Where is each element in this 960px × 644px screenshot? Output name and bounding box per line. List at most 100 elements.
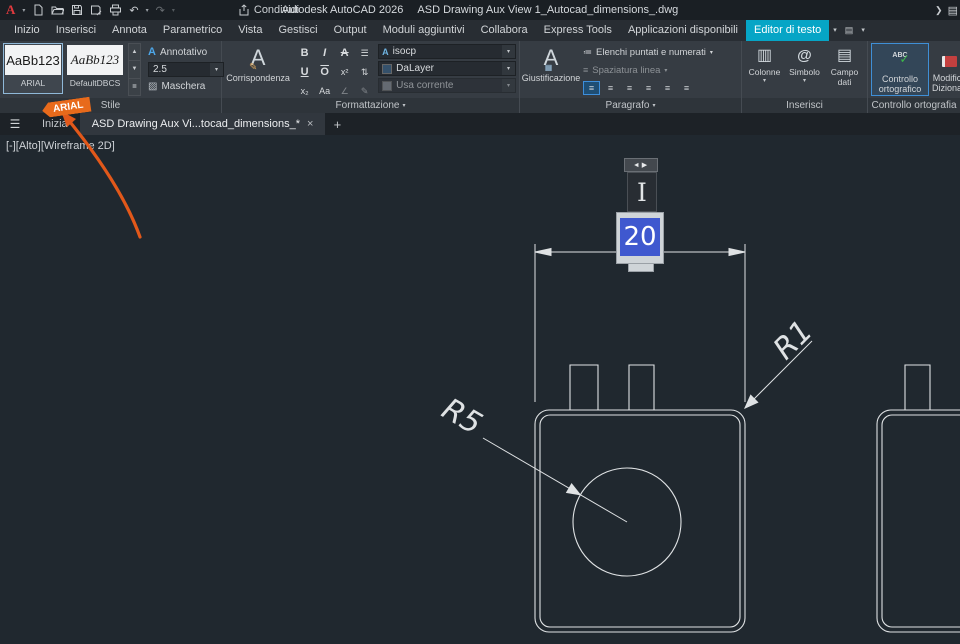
text-height-combobox[interactable]: 2.5 ▾ xyxy=(148,62,224,77)
mtext-editor-ruler[interactable]: I xyxy=(627,172,657,212)
background-mask-combobox[interactable]: Usa corrente ▾ xyxy=(378,78,516,93)
style-tile-defaultdbcs[interactable]: AaBb123 DefaultDBCS xyxy=(65,43,125,94)
tab-applicazioni-disponibili[interactable]: Applicazioni disponibili xyxy=(620,20,746,41)
tab-output[interactable]: Output xyxy=(326,20,375,41)
plot-button[interactable] xyxy=(109,4,122,16)
color-combobox[interactable]: DaLayer ▾ xyxy=(378,61,516,76)
r1-text[interactable]: R1 xyxy=(767,314,820,367)
style-tile-arial[interactable]: AaBb123 ARIAL xyxy=(3,43,63,94)
redo-button[interactable]: ↷ xyxy=(156,4,165,17)
panel-label-paragrafo[interactable]: Paragrafo ▾ xyxy=(520,98,741,113)
stack-button[interactable]: ⇅ xyxy=(355,63,374,81)
strikethrough-button[interactable]: A xyxy=(335,44,354,62)
align-center-button[interactable]: ≡ xyxy=(602,81,619,95)
tab-inserisci[interactable]: Inserisci xyxy=(48,20,104,41)
body-outline-inner[interactable] xyxy=(881,414,960,628)
tab-gestisci[interactable]: Gestisci xyxy=(270,20,325,41)
paragraph-options-button[interactable]: ≡ xyxy=(678,81,695,95)
tab-annota[interactable]: Annota xyxy=(104,20,155,41)
field-button[interactable]: ▤ Campo dati xyxy=(825,43,864,96)
open-file-button[interactable] xyxy=(51,4,65,16)
save-as-button[interactable] xyxy=(90,4,102,16)
tab-parametrico[interactable]: Parametrico xyxy=(155,20,230,41)
underline-button[interactable]: U xyxy=(295,63,314,81)
panel-label-stile[interactable]: Stile xyxy=(0,98,221,113)
gallery-up-button[interactable]: ▲ xyxy=(128,43,141,62)
ribbon-panel-toggle-icon[interactable]: ▤ xyxy=(841,20,858,41)
bullets-numbering-button[interactable]: ≔ Elenchi puntati e numerati ▾ xyxy=(583,44,736,60)
italic-button[interactable]: I xyxy=(315,44,334,62)
undo-button[interactable]: ↶ xyxy=(129,4,138,17)
right-prong[interactable] xyxy=(628,364,655,410)
edit-dictionaries-button[interactable]: Modifica Dizionari xyxy=(932,43,960,96)
align-right-button[interactable]: ≡ xyxy=(621,81,638,95)
r5-text[interactable]: R5 xyxy=(436,392,488,442)
chevron-down-icon[interactable]: ▾ xyxy=(502,62,515,75)
mtext-editor-field[interactable]: 20 xyxy=(616,212,664,264)
contextual-tab-chevron-icon[interactable]: ▾ xyxy=(829,20,841,41)
overline-button[interactable]: O xyxy=(315,63,334,81)
align-left-button[interactable]: ≡ xyxy=(583,81,600,95)
field-label: Campo dati xyxy=(830,67,859,87)
hamburger-menu-button[interactable]: ☰ xyxy=(0,113,30,135)
chevron-down-icon[interactable]: ▾ xyxy=(502,79,515,92)
annotative-toggle[interactable]: A Annotativo xyxy=(148,46,224,58)
font-combobox[interactable]: A isocp ▾ xyxy=(378,44,516,59)
app-menu-chevron-icon[interactable]: ▾ xyxy=(22,7,25,14)
symbol-button[interactable]: @ Simbolo ▾ xyxy=(785,43,824,96)
distribute-button[interactable]: ≡ xyxy=(659,81,676,95)
radius-dimension-r5[interactable]: R5 xyxy=(436,392,628,523)
tab-collabora[interactable]: Collabora xyxy=(473,20,536,41)
new-drawing-tab-button[interactable]: + xyxy=(325,113,349,135)
oblique-angle-button[interactable]: ∠ xyxy=(335,82,354,100)
justification-button[interactable]: A ▦ Giustificazione xyxy=(522,43,581,96)
match-properties-button[interactable]: A ✎ Corrispondenza xyxy=(225,43,291,96)
superscript-button[interactable]: x² xyxy=(335,63,354,81)
body-outline-outer[interactable] xyxy=(876,409,960,633)
selected-dimension-text[interactable]: 20 xyxy=(620,218,660,256)
bold-button[interactable]: B xyxy=(295,44,314,62)
spell-check-button[interactable]: ABC ✓ Controllo ortografico xyxy=(873,44,927,94)
justification-icon: A ▦ xyxy=(544,43,559,73)
tab-moduli-aggiuntivi[interactable]: Moduli aggiuntivi xyxy=(375,20,473,41)
radius-dimension-r1[interactable]: R1 xyxy=(744,314,820,409)
drawing-canvas[interactable]: R5 R1 [-][Alto][Wireframe 2D] ◄▶ I 20 xyxy=(0,135,960,644)
undo-chevron-icon[interactable]: ▾ xyxy=(146,7,149,14)
left-prong[interactable] xyxy=(569,364,599,410)
justify-button[interactable]: ≡ xyxy=(640,81,657,95)
tab-editor-di-testo[interactable]: Editor di testo xyxy=(746,20,830,41)
share-button[interactable]: Condividi xyxy=(238,4,299,16)
body-outline-inner[interactable] xyxy=(539,414,741,628)
mtext-width-grip[interactable]: ◄▶ xyxy=(624,158,658,172)
panel-label-inserisci[interactable]: Inserisci xyxy=(742,98,867,113)
mask-button[interactable]: ▨ Maschera xyxy=(148,81,224,92)
window-grid-icon[interactable]: ▤ xyxy=(948,4,958,17)
tab-vista[interactable]: Vista xyxy=(230,20,270,41)
expand-chevron-icon[interactable]: ❯ xyxy=(935,5,943,16)
columns-label: Colonne xyxy=(748,67,781,77)
active-drawing-tab[interactable]: ASD Drawing Aux Vi...tocad_dimensions_* … xyxy=(79,113,326,135)
gallery-down-button[interactable]: ▼ xyxy=(128,61,141,79)
autocad-logo-icon[interactable]: A xyxy=(6,2,15,18)
tab-inizio[interactable]: Inizio xyxy=(6,20,48,41)
close-tab-icon[interactable]: × xyxy=(307,118,313,130)
leader-line[interactable] xyxy=(482,437,628,523)
gallery-expand-button[interactable]: ≣ xyxy=(128,78,141,96)
redo-chevron-icon[interactable]: ▾ xyxy=(172,7,175,14)
viewport-controls[interactable]: [-][Alto][Wireframe 2D] xyxy=(6,140,115,152)
ribbon-toggle-chevron-icon[interactable]: ▾ xyxy=(857,20,869,41)
panel-label-controllo-ortografia[interactable]: Controllo ortografia xyxy=(868,98,960,113)
plug-object[interactable] xyxy=(534,364,746,633)
partial-plug-object[interactable] xyxy=(876,364,960,633)
line-spacing-button[interactable]: ≡ Spaziatura linea ▾ xyxy=(583,62,736,78)
tab-express-tools[interactable]: Express Tools xyxy=(536,20,620,41)
chevron-down-icon[interactable]: ▾ xyxy=(502,45,515,58)
tracking-button[interactable]: ✎ xyxy=(355,82,374,100)
prong[interactable] xyxy=(904,364,931,410)
save-button[interactable] xyxy=(71,4,83,16)
columns-button[interactable]: ▥ Colonne ▾ xyxy=(745,43,784,96)
body-outline-outer[interactable] xyxy=(534,409,746,633)
new-file-button[interactable] xyxy=(32,4,44,16)
stack-list-button[interactable]: ☰ xyxy=(355,44,374,62)
panel-label-formattazione[interactable]: Formattazione ▾ xyxy=(222,98,519,113)
